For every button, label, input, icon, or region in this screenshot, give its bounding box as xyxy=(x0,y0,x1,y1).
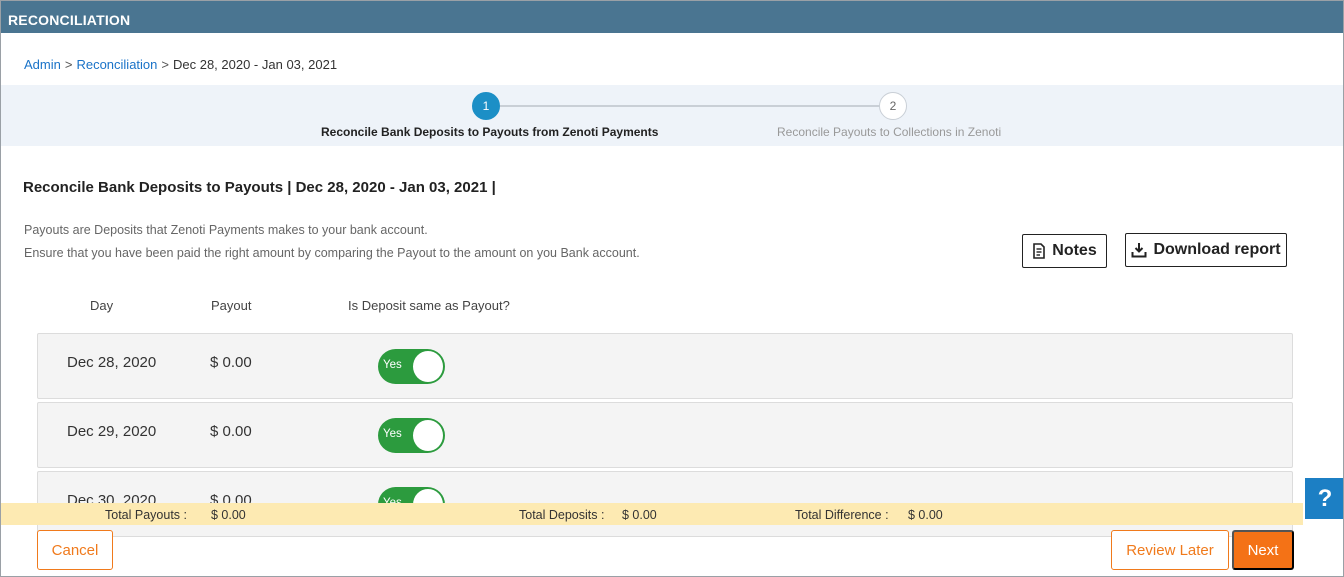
stepper-connector xyxy=(500,105,880,107)
deposit-match-toggle[interactable]: Yes xyxy=(378,349,445,384)
step-2-label: Reconcile Payouts to Collections in Zeno… xyxy=(777,125,1002,139)
step-2-circle: 2 xyxy=(879,92,907,120)
total-difference-label: Total Difference : xyxy=(795,508,889,522)
breadcrumb-current: Dec 28, 2020 - Jan 03, 2021 xyxy=(172,57,338,72)
description-line-2: Ensure that you have been paid the right… xyxy=(24,246,640,260)
column-header-deposit-same: Is Deposit same as Payout? xyxy=(348,298,510,313)
column-header-payout: Payout xyxy=(211,298,252,313)
help-icon: ? xyxy=(1317,485,1333,512)
title-bar: RECONCILIATION xyxy=(1,1,1343,33)
column-header-day: Day xyxy=(90,298,114,313)
totals-bar: Total Payouts : $ 0.00 Total Deposits : … xyxy=(1,503,1303,525)
toggle-label: Yes xyxy=(383,428,402,440)
row-payout: $ 0.00 xyxy=(210,423,252,440)
total-deposits-label: Total Deposits : xyxy=(519,508,605,522)
description-line-1: Payouts are Deposits that Zenoti Payment… xyxy=(24,223,428,237)
table-row: Dec 29, 2020 $ 0.00 Yes xyxy=(37,402,1293,468)
notes-label: Notes xyxy=(1052,242,1097,259)
table-row: Dec 28, 2020 $ 0.00 Yes xyxy=(37,333,1293,399)
step-1-label: Reconcile Bank Deposits to Payouts from … xyxy=(321,125,659,139)
review-later-button[interactable]: Review Later xyxy=(1111,530,1229,570)
toggle-knob xyxy=(413,351,443,382)
progress-stepper: 1 2 Reconcile Bank Deposits to Payouts f… xyxy=(1,85,1343,146)
section-title: Reconcile Bank Deposits to Payouts | Dec… xyxy=(23,179,496,196)
notes-button[interactable]: Notes xyxy=(1022,234,1107,268)
download-report-label: Download report xyxy=(1153,241,1281,258)
page-title: RECONCILIATION xyxy=(8,12,131,28)
total-payouts-value: $ 0.00 xyxy=(211,508,246,522)
download-icon xyxy=(1131,243,1147,258)
toggle-label: Yes xyxy=(383,359,402,371)
next-button[interactable]: Next xyxy=(1232,530,1294,570)
deposit-match-toggle[interactable]: Yes xyxy=(378,418,445,453)
breadcrumb-separator: > xyxy=(64,57,73,72)
step-1-circle: 1 xyxy=(472,92,500,120)
cancel-button[interactable]: Cancel xyxy=(37,530,113,570)
toggle-knob xyxy=(413,420,443,451)
row-payout: $ 0.00 xyxy=(210,354,252,371)
total-deposits-value: $ 0.00 xyxy=(622,508,657,522)
breadcrumb-reconciliation-link[interactable]: Reconciliation xyxy=(76,57,157,72)
total-payouts-label: Total Payouts : xyxy=(105,508,187,522)
row-day: Dec 29, 2020 xyxy=(67,423,157,440)
total-difference-value: $ 0.00 xyxy=(908,508,943,522)
reconciliation-window: RECONCILIATION Admin > Reconciliation > Dec … xyxy=(0,0,1344,577)
row-day: Dec 28, 2020 xyxy=(67,354,157,371)
breadcrumb-admin-link[interactable]: Admin xyxy=(24,57,61,72)
breadcrumb-separator: > xyxy=(161,57,169,72)
notes-icon xyxy=(1033,243,1046,259)
download-report-button[interactable]: Download report xyxy=(1125,233,1287,267)
help-button[interactable]: ? xyxy=(1305,478,1343,519)
breadcrumb: Admin > Reconciliation > Dec 28, 2020 - Jan … xyxy=(24,57,337,72)
